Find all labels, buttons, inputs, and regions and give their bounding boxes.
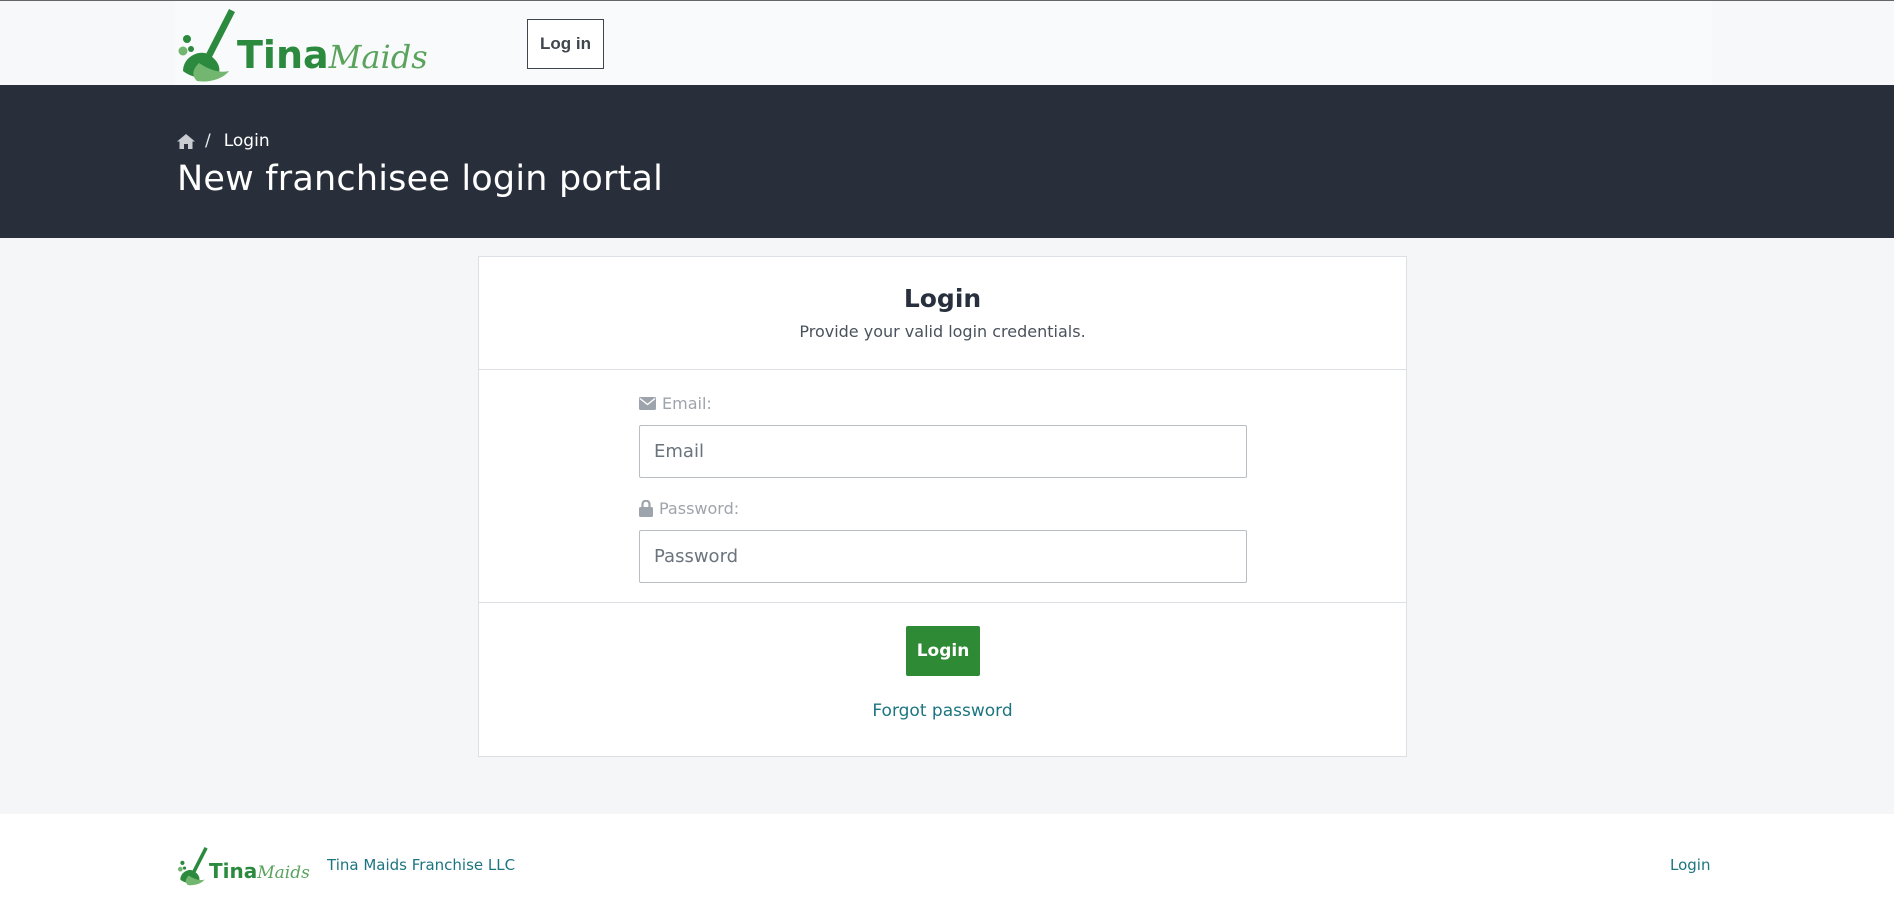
brand-logo[interactable]: TinaMaids [177, 7, 428, 83]
logo-text-maids: Maids [328, 38, 428, 76]
breadcrumb: / Login [177, 131, 270, 151]
page-footer: TinaMaids Tina Maids Franchise LLC Login [0, 814, 1894, 915]
footer-logo-text-tina: Tina [209, 859, 258, 883]
breadcrumb-separator: / [205, 131, 211, 151]
page-title: New franchisee login portal [177, 159, 664, 199]
footer-company-link[interactable]: Tina Maids Franchise LLC [327, 856, 515, 874]
logo-text-tina: Tina [237, 33, 329, 77]
password-label-text: Password: [659, 499, 740, 518]
email-input[interactable] [639, 425, 1247, 478]
footer-logo-text-maids: Maids [257, 863, 310, 883]
top-navbar: TinaMaids Log in [0, 0, 1894, 85]
breadcrumb-current: Login [223, 131, 270, 151]
broom-logo-icon [177, 847, 208, 886]
login-card-title: Login [903, 284, 982, 313]
password-input[interactable] [639, 530, 1247, 583]
login-form: Email: Password: [479, 370, 1406, 603]
email-label-text: Email: [662, 394, 712, 413]
login-card-footer: Login Forgot password [479, 603, 1406, 757]
login-submit-button[interactable]: Login [906, 626, 980, 676]
footer-logo[interactable]: TinaMaids [177, 846, 310, 886]
login-card-subtitle: Provide your valid login credentials. [799, 322, 1086, 341]
home-icon [177, 133, 195, 149]
login-card: Login Provide your valid login credentia… [478, 256, 1407, 757]
breadcrumb-home-link[interactable] [177, 133, 195, 149]
nav-login-button[interactable]: Log in [527, 19, 604, 69]
login-card-header: Login Provide your valid login credentia… [479, 257, 1406, 370]
page-header-banner: / Login New franchisee login portal [0, 85, 1894, 238]
password-label: Password: [639, 499, 739, 518]
broom-logo-icon [178, 9, 235, 82]
email-label: Email: [639, 394, 712, 413]
lock-icon [639, 500, 653, 517]
envelope-icon [639, 397, 656, 410]
forgot-password-link[interactable]: Forgot password [479, 701, 1406, 721]
footer-login-link[interactable]: Login [1670, 856, 1710, 874]
